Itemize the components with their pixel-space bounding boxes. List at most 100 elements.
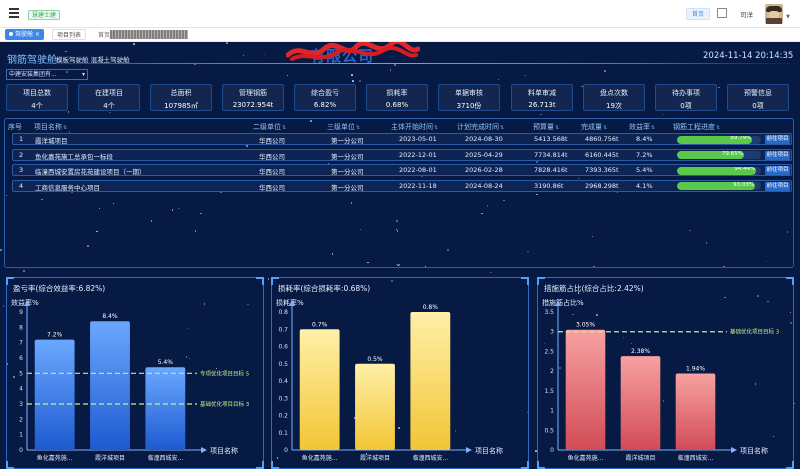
goto-project-button[interactable]: 前往项目 xyxy=(765,181,790,191)
bar[interactable] xyxy=(565,329,606,450)
kpi-label: 预警信息 xyxy=(744,89,772,97)
sort-icon[interactable]: ⇅ xyxy=(282,125,286,131)
sort-icon[interactable]: ⇅ xyxy=(500,125,504,131)
column-header-unit3[interactable]: 三级单位⇅ xyxy=(327,122,360,132)
kpi-card[interactable]: 单据审核 3710份 xyxy=(438,84,500,111)
column-header-start[interactable]: 主体开始时间⇅ xyxy=(391,122,438,132)
kpi-card[interactable]: 项目总数 4个 xyxy=(6,84,68,111)
column-header-plan[interactable]: 计划完成时间⇅ xyxy=(457,122,504,132)
kpi-value: 23072.954t xyxy=(232,101,274,109)
kpi-card[interactable]: 预警信息 0项 xyxy=(727,84,789,111)
home-button[interactable]: 首页 xyxy=(686,8,711,20)
kpi-card[interactable]: 总面积 107985㎡ xyxy=(150,84,212,111)
chevron-down-icon[interactable]: ⌄ xyxy=(395,259,402,268)
x-tick-label: 霞洋城项目 xyxy=(95,454,125,462)
y-tick-label: 1.5 xyxy=(544,388,554,395)
kpi-card[interactable]: 料单审减 26.713t xyxy=(511,84,573,111)
bar[interactable] xyxy=(675,373,716,450)
cell-plan: 2024-08-24 xyxy=(465,181,503,190)
y-tick-label: 6 xyxy=(19,355,23,362)
sort-icon[interactable]: ⇅ xyxy=(603,125,607,131)
cell-unit3: 第一分公司 xyxy=(331,137,364,145)
kpi-card[interactable]: 盘点次数 19次 xyxy=(583,84,645,111)
avatar[interactable] xyxy=(765,4,783,24)
active-dot-icon xyxy=(9,32,13,36)
bar[interactable] xyxy=(299,329,340,450)
cell-unit3: 第一分公司 xyxy=(331,183,364,192)
bar[interactable] xyxy=(90,321,130,450)
column-header-name[interactable]: 项目名称⇅ xyxy=(34,122,67,132)
kpi-card[interactable]: 在建项目 4个 xyxy=(78,84,140,111)
bar-chart: 损耗率%00.10.20.30.40.50.60.70.8项目名称0.7%鱼化嘉… xyxy=(276,298,503,462)
fullscreen-icon[interactable] xyxy=(717,8,727,18)
star xyxy=(2,305,5,307)
table-row: 4 工商信息服务中心项目 华西公司 第一分公司 2022-11-18 2024-08-24… xyxy=(12,179,792,192)
bar[interactable] xyxy=(145,367,186,450)
column-header-progress[interactable]: 钢筋工程进度⇅ xyxy=(673,122,720,132)
star xyxy=(242,54,245,57)
column-header-budget[interactable]: 预算量⇅ xyxy=(533,122,559,132)
cell-plan: 2026-02-28 xyxy=(465,166,503,174)
y-tick-label: 0.6 xyxy=(278,344,288,351)
sort-icon[interactable]: ⇅ xyxy=(356,125,360,131)
progress-bar: 94.44% xyxy=(677,166,761,175)
org-select[interactable]: 中建安装集团有... ▾ xyxy=(6,69,88,80)
kpi-card[interactable]: 损耗率 0.68% xyxy=(366,84,428,111)
star xyxy=(65,50,67,53)
goto-project-button[interactable]: 前往项目 xyxy=(765,135,790,144)
sort-icon[interactable]: ⇅ xyxy=(555,125,559,131)
x-axis-arrow xyxy=(731,447,737,453)
kpi-card[interactable]: 综合盈亏 6.82% xyxy=(294,84,356,111)
brand-badge: 慧建士建 xyxy=(28,10,61,20)
tab-cockpit[interactable]: 驾驶舱 × xyxy=(5,29,44,40)
star xyxy=(263,53,266,56)
y-tick-label: 1 xyxy=(550,408,554,415)
kpi-card[interactable]: 管理钢筋 23072.954t xyxy=(222,84,284,111)
y-tick-label: 8 xyxy=(19,324,23,331)
chart-title: 措施筋占比(综合占比:2.42%) xyxy=(544,284,644,293)
chevron-down-icon[interactable]: ▼ xyxy=(786,14,790,20)
sort-icon[interactable]: ⇅ xyxy=(434,125,438,131)
star xyxy=(604,70,606,72)
kpi-card[interactable]: 待办事项 0项 xyxy=(655,84,717,111)
bar-chart: 措施筋占比% 0 0.5 1 1.5 2 2.5 3 3.5 项目名称 3.05% 鱼化嘉苑施... 2… xyxy=(542,298,780,462)
tab-project-list[interactable]: 项目列表 xyxy=(52,29,87,40)
bar-value-label: 7.2% xyxy=(47,332,63,339)
column-header-unit2[interactable]: 二级单位⇅ xyxy=(253,122,286,132)
user-name[interactable]: 司洋 xyxy=(740,9,753,19)
cell-rate: 4.1% xyxy=(636,181,653,190)
goto-project-button[interactable]: 前往项目 xyxy=(765,166,790,175)
cell-unit2: 华西公司 xyxy=(259,152,285,161)
y-tick-label: 7 xyxy=(19,340,23,347)
cell-unit2: 华西公司 xyxy=(259,183,285,192)
sort-icon[interactable]: ⇅ xyxy=(63,125,67,131)
cell-plan: 2024-08-30 xyxy=(465,135,503,143)
sort-icon[interactable]: ⇅ xyxy=(716,125,720,131)
bar-value-label: 0.8% xyxy=(423,304,439,311)
cell-budget: 5413.568t xyxy=(534,135,568,143)
goto-project-button[interactable]: 前往项目 xyxy=(765,150,790,160)
bar[interactable] xyxy=(355,363,395,450)
cell-rate: 8.4% xyxy=(636,135,653,143)
bar-value-label: 2.38% xyxy=(631,348,650,355)
sort-icon[interactable]: ⇅ xyxy=(651,125,655,131)
cell-start: 2022-08-01 xyxy=(399,166,437,174)
dashboard: 钢筋驾驶舱 模板驾驶舱 混凝土驾驶舱 有限公司 2024-11-14 20:14… xyxy=(0,42,800,469)
y-tick-label: 0 xyxy=(284,447,288,454)
bar[interactable] xyxy=(620,356,661,450)
star xyxy=(133,43,135,45)
bar[interactable] xyxy=(34,339,75,450)
column-header-done[interactable]: 完成量⇅ xyxy=(581,122,607,132)
bar[interactable] xyxy=(410,312,451,450)
cell-budget: 3190.86t xyxy=(534,181,564,190)
star xyxy=(662,113,665,116)
kpi-value: 0项 xyxy=(752,102,764,110)
x-tick-label: 临潼西城安... xyxy=(412,454,448,462)
column-header-rate[interactable]: 效益率⇅ xyxy=(629,122,655,132)
chart-panel-profit: 盈亏率(综合效益率:6.82%) 效益率% 0 1 2 3 4 5 6 7 8 9 项目名称 7.2% 鱼化… xyxy=(6,277,264,469)
top-bar: 慧建士建 首页 司洋 ▼ xyxy=(0,0,800,28)
cell-rate: 5.4% xyxy=(636,166,653,174)
y-tick-label: 0.4 xyxy=(278,378,288,385)
menu-icon[interactable] xyxy=(9,8,19,18)
y-axis-label: 措施筋占比% xyxy=(542,298,584,307)
